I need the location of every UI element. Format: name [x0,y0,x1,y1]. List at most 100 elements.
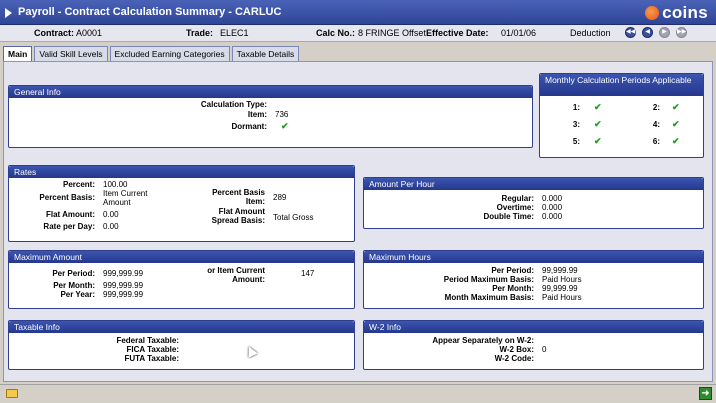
flat-amount-value: 0.00 [103,210,119,219]
monthly-periods-panel: Monthly Calculation Periods Applicable 1… [539,73,704,158]
percent-basis-item-value: 289 [273,193,287,202]
period-3-label: 3: [572,120,580,129]
rate-per-day-value: 0.00 [103,222,119,231]
period-max-basis-value: Paid Hours [542,275,582,284]
taxable-info-header: Taxable Info [9,321,354,333]
tab-valid-skill-levels[interactable]: Valid Skill Levels [34,46,108,61]
flat-amount-spread-value: Total Gross [273,213,314,222]
month-max-basis-value: Paid Hours [542,293,582,302]
regular-value: 0.000 [542,194,563,203]
period-6-check-icon: ✔ [672,136,680,146]
logo-mark-icon [645,5,660,20]
general-info-header: General Info [9,86,532,98]
item-current-amount-label-line1: or Item Current [207,266,265,275]
tab-main[interactable]: Main [3,46,33,62]
flat-amount-spread-label-line1: Flat Amount [218,207,265,216]
tab-strip: Main Valid Skill Levels Excluded Earning… [3,46,301,62]
max-per-year-value: 999,999.99 [103,290,144,299]
federal-taxable-label: Federal Taxable: [116,336,179,345]
max-per-period-label: Per Period: [52,269,95,278]
double-time-label: Double Time: [483,212,534,221]
tab-excluded-earning-categories[interactable]: Excluded Earning Categories [109,46,230,61]
period-1-check-icon: ✔ [594,102,602,112]
w2-info-header: W-2 Info [364,321,703,333]
futa-taxable-label: FUTA Taxable: [124,354,179,363]
period-max-basis-label: Period Maximum Basis: [443,275,534,284]
overtime-value: 0.000 [542,203,563,212]
percent-value: 100.00 [103,180,128,189]
item-current-amount-label-line2: Amount: [232,275,265,284]
rate-per-day-label: Rate per Day: [43,222,95,231]
percent-basis-value-line1: Item Current [103,189,148,198]
percent-basis-item-label-line1: Percent Basis [212,188,265,197]
monthly-periods-header: Monthly Calculation Periods Applicable [540,74,703,96]
dormant-label: Dormant: [231,122,267,131]
rates-panel: Rates Percent: 100.00 Percent Basis: Ite… [8,165,355,242]
item-value: 736 [275,110,289,119]
w2-box-value: 0 [542,345,547,354]
month-max-basis-label: Month Maximum Basis: [444,293,534,302]
fica-taxable-label: FICA Taxable: [126,345,179,354]
next-record-icon[interactable]: ▶ [659,27,670,38]
item-current-amount-value: 147 [301,269,315,278]
tab-taxable-details[interactable]: Taxable Details [231,46,300,61]
menu-arrow-icon[interactable] [5,8,12,18]
general-info-panel: General Info Calculation Type: Item: 736… [8,85,533,148]
period-5-check-icon: ✔ [594,136,602,146]
period-2-label: 2: [652,103,660,112]
maximum-amount-panel: Maximum Amount Per Period: 999,999.99 Pe… [8,250,355,309]
trade-value: ELEC1 [220,28,249,38]
percent-basis-label: Percent Basis: [39,193,95,202]
title-bar: Payroll - Contract Calculation Summary -… [0,0,716,25]
first-record-icon[interactable]: ◀◀ [625,27,636,38]
calc-no-value: 8 FRINGE Offset [358,28,426,38]
appear-separately-label: Appear Separately on W-2: [432,336,534,345]
trade-label: Trade: [186,28,214,38]
period-4-check-icon: ✔ [672,119,680,129]
percent-basis-item-label-line2: Item: [245,197,265,206]
w2-code-label: W-2 Code: [494,354,534,363]
proceed-arrow-icon[interactable]: ➜ [699,387,712,400]
max-per-month-value: 999,999.99 [103,281,144,290]
calc-no-label: Calc No.: [316,28,356,38]
rates-header: Rates [9,166,354,178]
period-3-check-icon: ✔ [594,119,602,129]
period-4-label: 4: [652,120,660,129]
period-1-label: 1: [572,103,580,112]
effective-date-value: 01/01/06 [501,28,537,38]
max-per-period-value: 999,999.99 [103,269,144,278]
amount-per-hour-header: Amount Per Hour [364,178,703,190]
maximum-amount-header: Maximum Amount [9,251,354,263]
percent-basis-value-line2: Amount [103,198,131,207]
effective-date-label: Effective Date: [426,28,489,38]
w2-box-label: W-2 Box: [499,345,534,354]
status-bar: ➜ [0,384,716,403]
coins-logo: coins [645,3,708,22]
overtime-label: Overtime: [496,203,534,212]
logo-text: coins [662,2,708,22]
w2-info-panel: W-2 Info Appear Separately on W-2: W-2 B… [363,320,704,370]
contract-value: A0001 [76,28,103,38]
item-label: Item: [247,110,267,119]
amount-per-hour-panel: Amount Per Hour Regular: 0.000 Overtime:… [363,177,704,229]
dormant-check-icon: ✔ [281,121,289,131]
percent-label: Percent: [62,180,95,189]
contract-label: Contract: [34,28,74,38]
window-title: Payroll - Contract Calculation Summary -… [18,6,282,18]
period-5-label: 5: [572,137,580,146]
maximum-hours-header: Maximum Hours [364,251,703,263]
taxable-info-panel: Taxable Info Federal Taxable: FICA Taxab… [8,320,355,370]
period-6-label: 6: [652,137,660,146]
last-record-icon[interactable]: ▶▶ [676,27,687,38]
flat-amount-label: Flat Amount: [45,210,95,219]
maximum-hours-panel: Maximum Hours Per Period: 99,999.99 Peri… [363,250,704,309]
max-per-year-label: Per Year: [60,290,95,299]
double-time-value: 0.000 [542,212,563,221]
flat-amount-spread-label-line2: Spread Basis: [211,216,265,225]
regular-label: Regular: [501,194,534,203]
record-info-bar: Contract: A0001 Trade: ELEC1 Calc No.: 8… [0,25,716,42]
previous-record-icon[interactable]: ◀ [642,27,653,38]
period-2-check-icon: ✔ [672,102,680,112]
calc-type-label: Calculation Type: [200,100,267,109]
folder-icon[interactable] [6,389,18,398]
